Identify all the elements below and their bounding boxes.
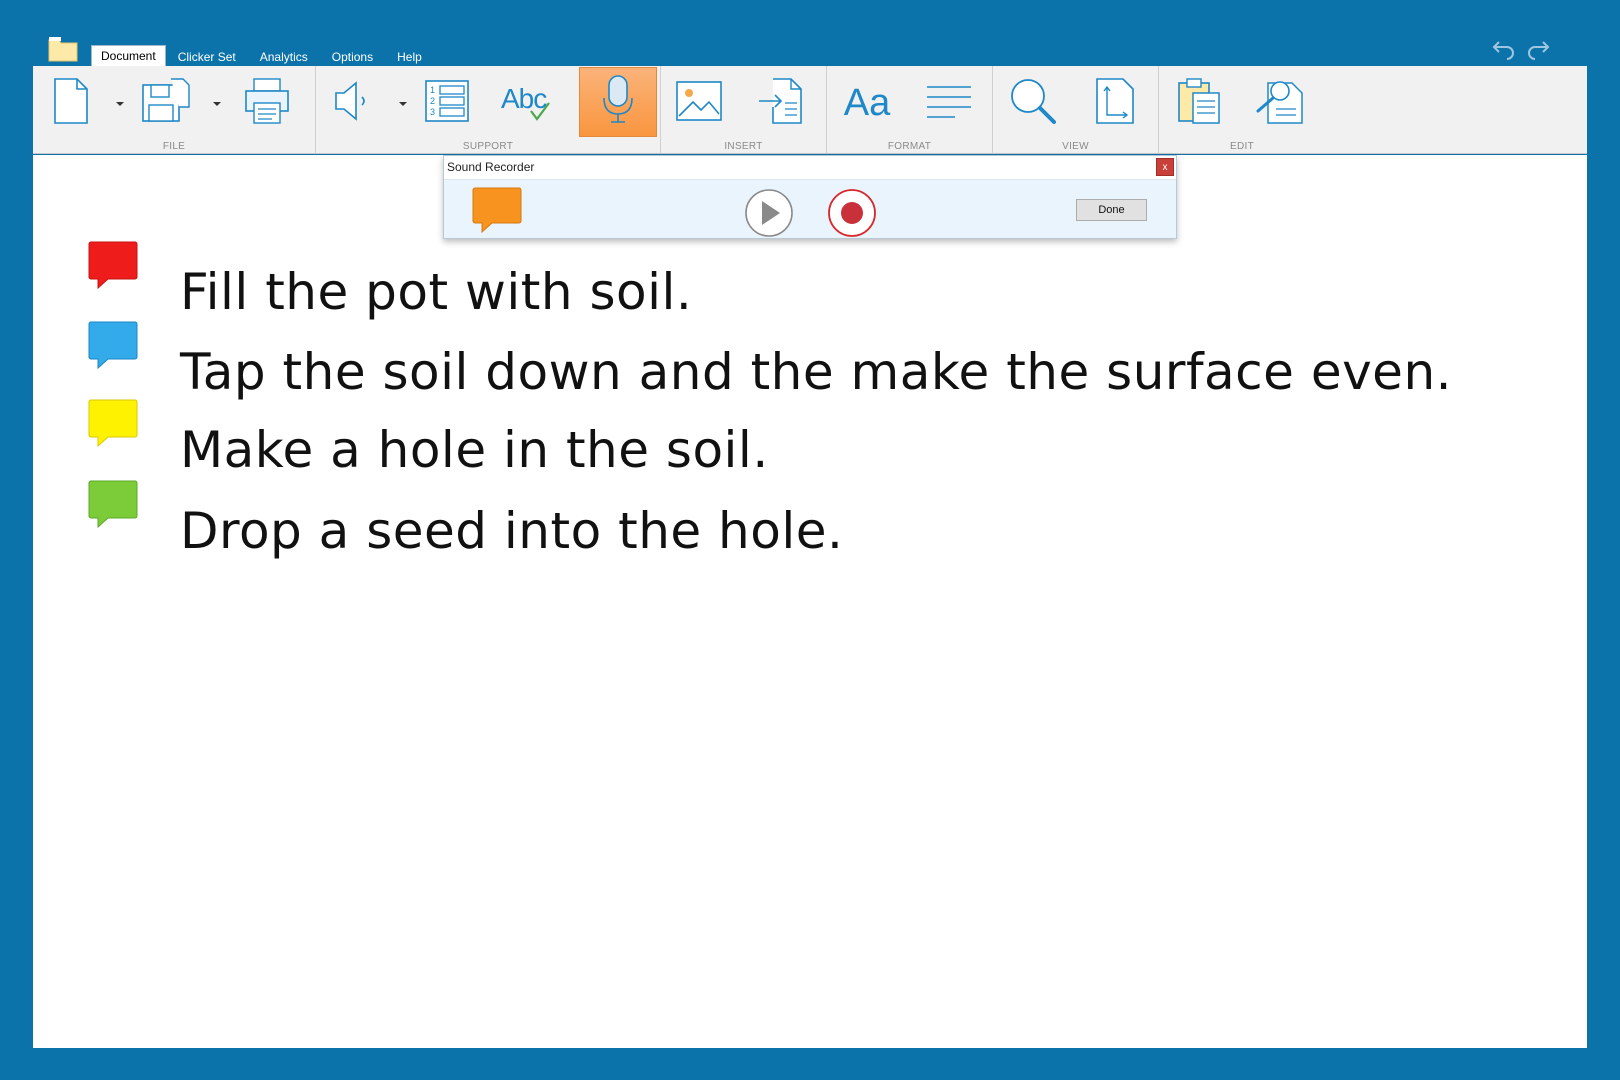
find-button[interactable] [1251,74,1307,132]
group-insert: INSERT [661,66,827,154]
dialog-titlebar[interactable]: Sound Recorder x [444,156,1176,180]
undo-icon[interactable] [1491,36,1517,60]
done-button[interactable]: Done [1076,199,1147,221]
tab-options[interactable]: Options [320,47,385,66]
group-label-insert: INSERT [724,141,763,152]
insert-file-icon [757,77,805,129]
close-button[interactable]: x [1156,158,1174,176]
speech-icon [332,77,376,129]
zoom-icon [1009,77,1057,129]
microphone-button[interactable] [579,67,657,137]
svg-text:2: 2 [430,96,435,106]
new-document-button[interactable] [43,74,99,132]
zoom-button[interactable] [1005,74,1061,132]
line-text[interactable]: Fill the pot with soil. [180,263,692,321]
svg-text:1: 1 [430,85,435,95]
group-file: FILE [33,66,316,154]
spell-check-icon: Abc [501,81,553,125]
group-label-view: VIEW [1062,141,1089,152]
menu-tabs: Document Clicker Set Analytics Options H… [91,45,434,66]
tab-clicker-set[interactable]: Clicker Set [166,47,248,66]
picture-icon [675,80,723,126]
align-text-icon [925,81,973,125]
numbered-list-icon: 123 [424,77,470,129]
speech-button[interactable] [326,74,382,132]
new-document-icon [51,77,91,129]
record-button[interactable] [827,188,877,238]
print-button[interactable] [239,74,295,132]
sound-recorder-dialog: Sound Recorder x Done [443,155,1177,239]
document-line: Drop a seed into the hole. [33,480,1433,560]
group-label-format: FORMAT [887,141,932,152]
numbered-list-button[interactable]: 123 [419,74,475,132]
group-edit: EDIT [1159,66,1325,154]
align-text-button[interactable] [921,74,977,132]
tab-document[interactable]: Document [91,45,166,66]
line-text[interactable]: Tap the soil down and the make the surfa… [180,343,1452,401]
speech-bubble-blue-icon[interactable] [88,321,138,370]
find-icon [1254,77,1304,129]
save-dropdown-icon[interactable] [210,96,224,110]
font-button[interactable]: Aa [839,74,895,132]
speech-bubble-red-icon[interactable] [88,241,138,290]
page-size-button[interactable] [1087,74,1143,132]
redo-icon[interactable] [1525,36,1551,60]
insert-file-button[interactable] [753,74,809,132]
paste-button[interactable] [1171,74,1227,132]
font-icon: Aa [843,81,891,124]
line-text[interactable]: Drop a seed into the hole. [180,502,843,560]
paste-icon [1177,77,1221,129]
speech-bubble-green-icon[interactable] [88,480,138,529]
document-area[interactable]: Fill the pot with soil. Tap the soil dow… [33,155,1587,1048]
tab-analytics[interactable]: Analytics [248,47,320,66]
microphone-icon [600,74,636,130]
tab-help[interactable]: Help [385,47,434,66]
line-text[interactable]: Make a hole in the soil. [180,421,769,479]
spell-check-button[interactable]: Abc [499,74,555,132]
document-line: Fill the pot with soil. [33,241,1433,321]
speech-bubble-yellow-icon[interactable] [88,399,138,448]
group-format: Aa FORMAT [827,66,993,154]
group-label-file: FILE [162,141,186,152]
insert-picture-button[interactable] [671,74,727,132]
group-view: VIEW [993,66,1159,154]
dialog-title: Sound Recorder [447,160,535,174]
save-icon [141,77,191,129]
speech-bubble-orange-icon[interactable] [472,187,522,234]
play-button[interactable] [744,188,794,238]
folder-icon[interactable] [48,36,78,62]
speech-dropdown-icon[interactable] [396,96,410,110]
group-label-edit: EDIT [1230,141,1254,152]
group-support: 123 Abc SUPPORT [316,66,661,154]
svg-text:3: 3 [430,107,435,117]
print-icon [244,77,290,129]
ribbon-toolbar: FILE 123 Abc SUPPORT INSERT Aa FORMAT VI… [33,66,1587,154]
group-label-support: SUPPORT [462,141,514,152]
document-line: Make a hole in the soil. [33,399,1433,479]
page-size-icon [1095,77,1135,129]
document-line: Tap the soil down and the make the surfa… [33,321,1452,401]
undo-redo [1491,36,1551,60]
save-button[interactable] [138,74,194,132]
new-document-dropdown-icon[interactable] [113,96,127,110]
